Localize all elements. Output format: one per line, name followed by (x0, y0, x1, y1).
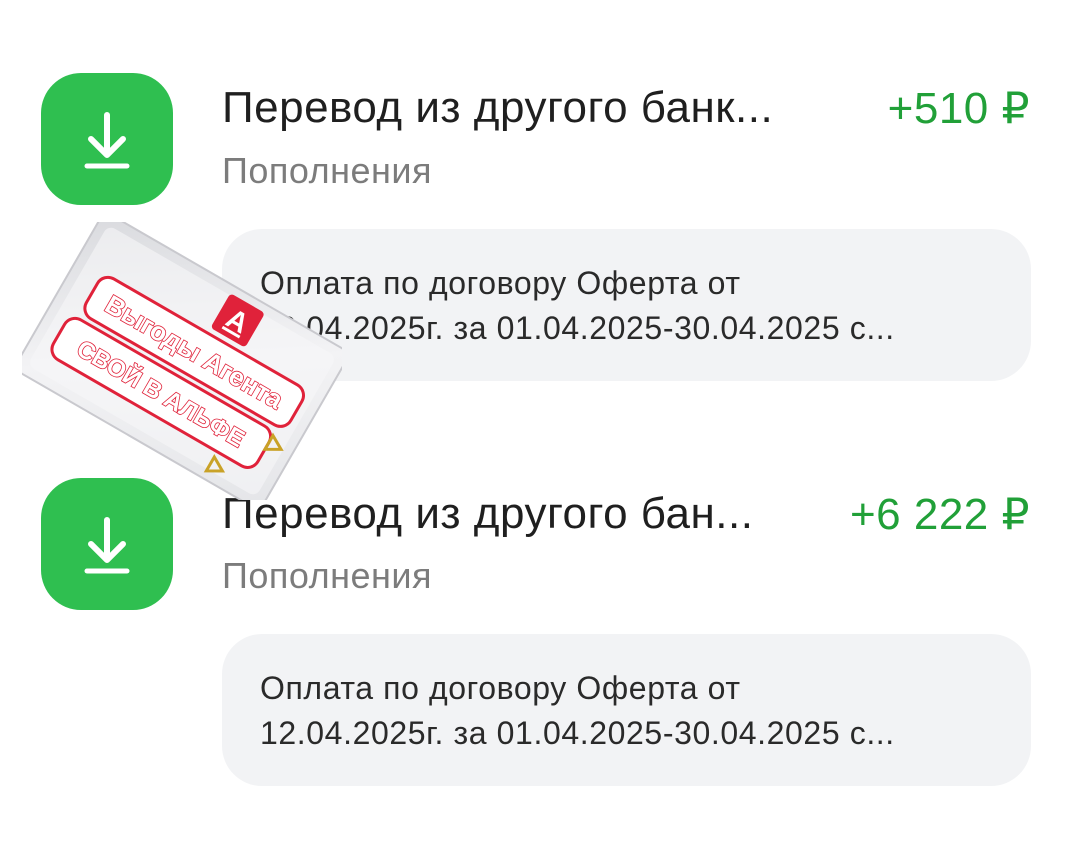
transaction-category: Пополнения (222, 150, 433, 191)
comment-line: 12.04.2025г. за 01.04.2025-30.04.2025 с.… (260, 310, 895, 346)
transaction-comment: Оплата по договору Оферта от 12.04.2025г… (222, 634, 1031, 786)
download-icon (84, 517, 130, 574)
transaction-amount: +6 222 ₽ (849, 490, 1030, 539)
transaction-row[interactable]: Перевод из другого банк... +510 ₽ Пополн… (0, 0, 1080, 400)
comment-line: Оплата по договору Оферта от (260, 670, 741, 706)
download-icon (84, 112, 130, 169)
transaction-title: Перевод из другого банк... (222, 83, 774, 132)
transaction-comment: Оплата по договору Оферта от 12.04.2025г… (222, 229, 1031, 381)
transaction-row[interactable]: Перевод из другого бан... +6 222 ₽ Попол… (0, 400, 1080, 856)
incoming-transfer-icon (41, 73, 173, 205)
transaction-amount: +510 ₽ (887, 84, 1030, 133)
transaction-title: Перевод из другого бан... (222, 489, 754, 538)
comment-line: 12.04.2025г. за 01.04.2025-30.04.2025 с.… (260, 715, 895, 751)
comment-line: Оплата по договору Оферта от (260, 265, 741, 301)
incoming-transfer-icon (41, 478, 173, 610)
transaction-category: Пополнения (222, 555, 433, 596)
